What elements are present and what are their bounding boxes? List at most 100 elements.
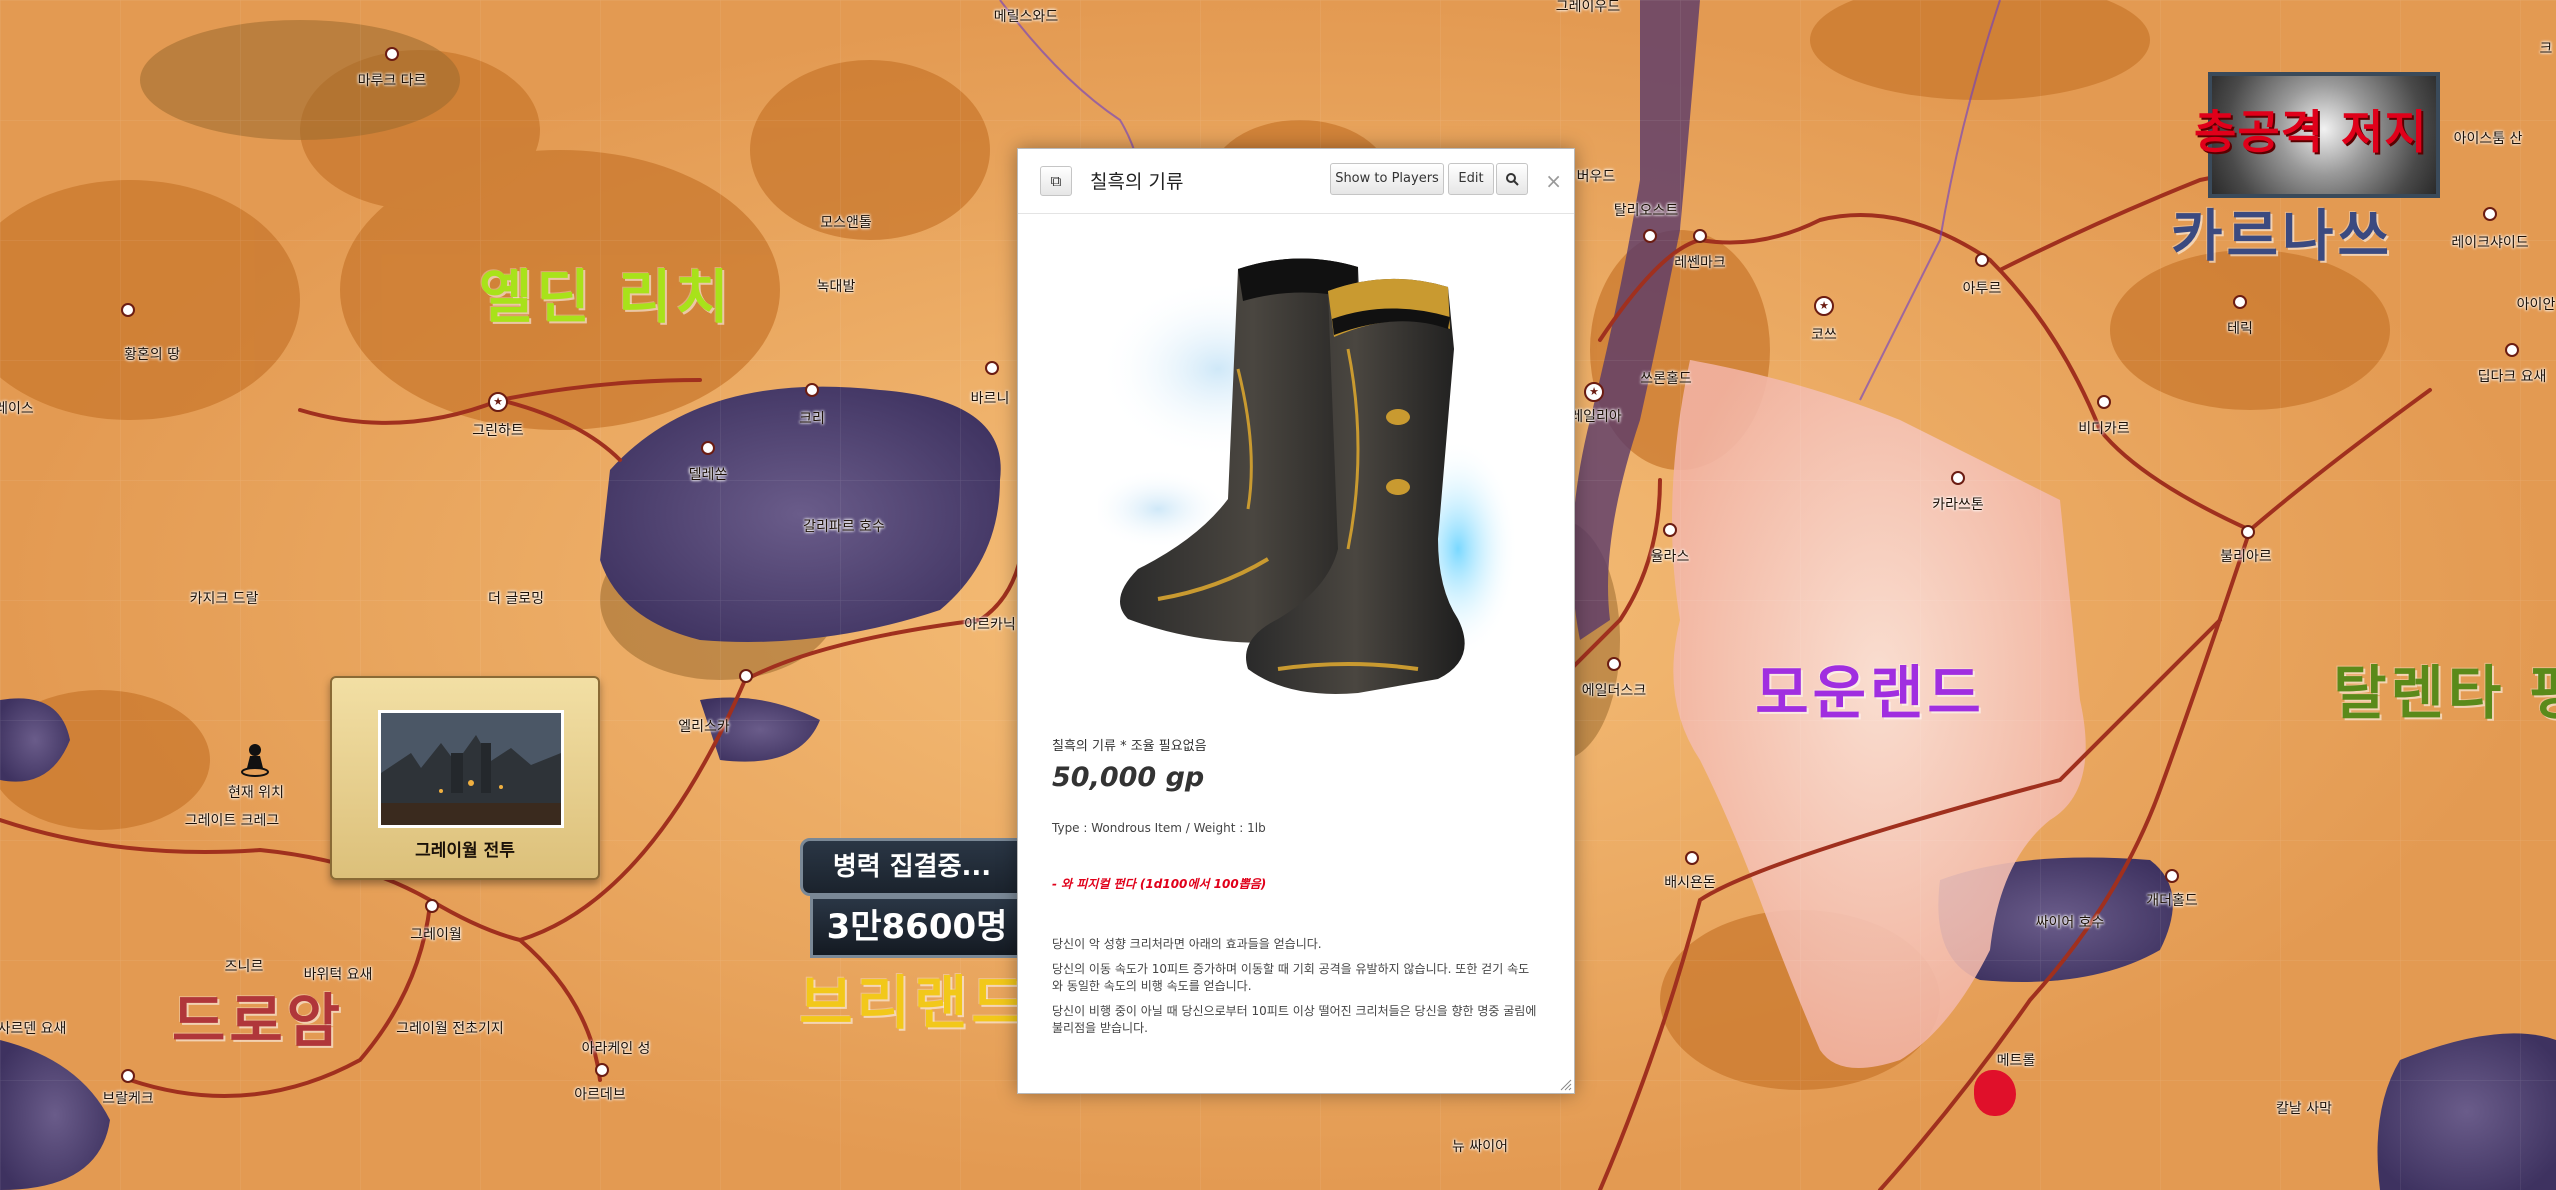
dialog-header: ⧉ 칠흑의 기류 Show to Players Edit ×	[1018, 149, 1574, 214]
item-description-2: 당신의 이동 속도가 10피트 증가하며 이동할 때 기회 공격을 유발하지 않…	[1052, 962, 1530, 993]
place-label: 레일리아	[1570, 409, 1622, 425]
place-label: 사르덴 요새	[0, 1021, 67, 1037]
place-label: 칼날 사막	[2276, 1101, 2332, 1117]
dialog-title: 칠흑의 기류	[1090, 171, 1184, 193]
city-marker[interactable]	[805, 383, 819, 397]
battle-card-caption: 그레이월 전투	[415, 841, 515, 861]
attack-banner[interactable]: 총공격 저지	[2194, 72, 2440, 198]
city-marker[interactable]	[1975, 253, 1989, 267]
city-marker[interactable]	[425, 899, 439, 913]
place-label: 브랄케크	[102, 1091, 154, 1107]
place-label: 황혼의 땅	[124, 347, 180, 363]
city-marker[interactable]	[121, 303, 135, 317]
capital-marker[interactable]: ★	[488, 392, 508, 412]
place-label: 모스앤톨	[820, 215, 872, 231]
place-label: 율라스	[1650, 549, 1690, 565]
battle-card[interactable]: 그레이월 전투	[330, 676, 600, 880]
battle-thumbnail	[378, 710, 564, 828]
place-label: 그레이월	[410, 927, 462, 943]
city-marker[interactable]	[385, 47, 399, 61]
city-marker[interactable]	[1607, 657, 1621, 671]
city-marker[interactable]	[2097, 395, 2111, 409]
place-label: 레쎈마크	[1674, 255, 1726, 271]
place-label: 즈니르	[224, 959, 264, 975]
castle-scene-image	[381, 713, 561, 825]
place-label: 바위턱 요새	[303, 967, 373, 983]
army-banner[interactable]: 병력 집결중... 3만8600명	[800, 838, 1024, 958]
person-pin-icon	[241, 744, 269, 777]
place-label: 뉴 싸이어	[1452, 1139, 1508, 1155]
region-karnas: 카르나쓰	[2170, 204, 2394, 270]
region-drowam: 드로암	[171, 987, 345, 1055]
city-marker[interactable]	[739, 669, 753, 683]
region-brland: 브리랜드	[799, 969, 1029, 1037]
place-label: 아이스툼 산	[2453, 131, 2523, 147]
place-label: 탈리오스트	[1613, 203, 1679, 219]
place-label: 메릴스와드	[993, 9, 1059, 25]
city-marker[interactable]	[1685, 851, 1699, 865]
capital-marker[interactable]: ★	[1584, 382, 1604, 402]
city-marker[interactable]	[2233, 295, 2247, 309]
city-marker[interactable]	[2241, 525, 2255, 539]
red-region-marker	[1974, 1070, 2016, 1116]
place-label: 카지크 드랄	[189, 591, 259, 607]
item-subtitle: 칠흑의 기류 * 조율 필요없음	[1052, 739, 1207, 754]
place-label: 싸이어 호수	[2035, 915, 2105, 931]
army-count: 3만8600명	[810, 896, 1024, 958]
city-marker[interactable]	[1951, 471, 1965, 485]
current-location-label: 현재 위치	[228, 785, 284, 801]
place-label: 아라케인 성	[581, 1041, 651, 1057]
city-marker[interactable]	[595, 1063, 609, 1077]
place-label: 아이안	[2516, 297, 2556, 313]
place-label: 테릭	[2227, 321, 2253, 337]
place-label: 개더홀드	[2146, 893, 2198, 909]
place-label: 쓰론홀드	[1640, 371, 1692, 387]
place-label: 갈리파르 호수	[803, 519, 885, 535]
edit-button[interactable]: Edit	[1448, 163, 1494, 195]
city-marker[interactable]	[701, 441, 715, 455]
place-label: 배시욘돈	[1664, 875, 1716, 891]
place-label: 그린하트	[472, 423, 524, 439]
close-icon[interactable]: ×	[1545, 169, 1562, 193]
item-dialog[interactable]: ⧉ 칠흑의 기류 Show to Players Edit × 칠흑의 기류 *…	[1017, 148, 1575, 1094]
place-label: 녹대발	[816, 279, 856, 295]
place-label: 크	[2539, 41, 2553, 57]
region-talenta: 탈렌타 평	[2333, 659, 2556, 727]
place-label: 델레쏜	[688, 467, 728, 483]
city-marker[interactable]	[121, 1069, 135, 1083]
magnifier-icon[interactable]	[1496, 163, 1528, 195]
army-status: 병력 집결중...	[800, 838, 1024, 896]
place-label: 카라쓰톤	[1932, 497, 1984, 513]
place-label: 마루크 다르	[357, 73, 427, 89]
capital-marker[interactable]: ★	[1814, 296, 1834, 316]
place-label: 딥다크 요새	[2477, 369, 2547, 385]
place-label: 그레이스	[0, 401, 34, 417]
item-details: 칠흑의 기류 * 조율 필요없음 50,000 gp Type : Wondro…	[1052, 735, 1540, 1037]
place-label: 버우드	[1576, 169, 1616, 185]
place-label: 불리아르	[2220, 549, 2272, 565]
place-label: 그레이우드	[1555, 0, 1621, 15]
place-label: 그레이월 전초기지	[396, 1021, 504, 1037]
city-marker[interactable]	[1643, 229, 1657, 243]
current-location-marker[interactable]	[240, 742, 270, 778]
place-label: 메트롤	[1996, 1053, 2036, 1069]
black-boots-image	[1088, 258, 1518, 694]
city-marker[interactable]	[2505, 343, 2519, 357]
city-marker[interactable]	[1693, 229, 1707, 243]
show-to-players-button[interactable]: Show to Players	[1330, 163, 1444, 195]
resize-handle-icon[interactable]	[1560, 1079, 1572, 1091]
item-description-1: 당신이 악 성향 크리처라면 아래의 효과들을 얻습니다.	[1052, 937, 1322, 951]
place-label: 아르데브	[574, 1087, 626, 1103]
city-marker[interactable]	[2483, 207, 2497, 221]
place-label: 그레이트 크레그	[184, 813, 280, 829]
place-label: 더 글로밍	[488, 591, 544, 607]
place-label: 에일더스크	[1581, 683, 1647, 699]
city-marker[interactable]	[1663, 523, 1677, 537]
city-marker[interactable]	[2165, 869, 2179, 883]
city-marker[interactable]	[985, 361, 999, 375]
popout-icon[interactable]: ⧉	[1040, 166, 1072, 196]
item-price: 50,000 gp	[1052, 762, 1205, 793]
place-label: 아르카닉	[964, 617, 1016, 633]
place-label: 코쓰	[1811, 327, 1837, 343]
item-image	[1088, 249, 1538, 719]
